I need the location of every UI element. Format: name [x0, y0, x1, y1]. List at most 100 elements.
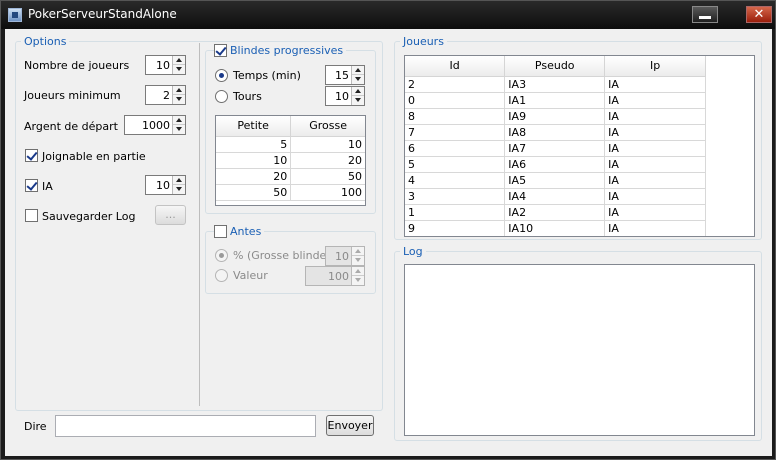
table-cell[interactable]: 0 [405, 92, 506, 109]
antes-enabled-checkbox[interactable] [214, 225, 227, 238]
table-cell[interactable]: IA [604, 204, 706, 221]
table-row[interactable]: 5 10 [216, 136, 365, 153]
table-row[interactable]: 9 IA10 IA [405, 220, 706, 236]
blinds-col-header[interactable]: Grosse [290, 116, 365, 137]
blinds-enabled-checkbox[interactable] [214, 44, 227, 57]
table-row[interactable]: 50 100 [216, 184, 365, 201]
table-cell[interactable]: IA [604, 220, 706, 236]
send-button[interactable]: Envoyer [326, 415, 374, 436]
log-textarea[interactable] [404, 264, 755, 436]
spin-up-icon[interactable] [173, 86, 185, 95]
nb-players-spinbox[interactable]: 10 [145, 55, 186, 75]
table-row[interactable]: 10 20 [216, 152, 365, 169]
table-cell[interactable]: IA [604, 172, 706, 189]
table-cell[interactable]: 50 [216, 184, 292, 201]
min-players-spinbox[interactable]: 2 [145, 85, 186, 105]
table-cell[interactable]: 20 [216, 168, 292, 185]
table-cell[interactable]: 1 [405, 204, 506, 221]
joinable-checkbox[interactable] [25, 149, 38, 162]
spin-down-icon[interactable] [352, 75, 364, 84]
antes-value-radio[interactable] [215, 269, 228, 282]
close-button[interactable]: ✕ [746, 6, 772, 23]
say-input[interactable] [55, 415, 316, 437]
save-log-checkbox[interactable] [25, 209, 38, 222]
spin-up-icon[interactable] [352, 66, 364, 75]
players-table[interactable]: Id Pseudo Ip 2 IA3 IA 0 IA1 IA 8 IA9 IA 7 IA8 IA… [404, 55, 755, 237]
spin-down-icon[interactable] [352, 256, 364, 265]
table-cell[interactable]: 2 [405, 76, 506, 93]
ai-checkbox[interactable] [25, 179, 38, 192]
spin-up-icon[interactable] [352, 267, 364, 276]
table-cell[interactable]: 20 [290, 152, 365, 169]
table-cell[interactable]: 10 [216, 152, 292, 169]
table-cell[interactable]: 100 [290, 184, 365, 201]
table-cell[interactable]: IA6 [504, 156, 606, 173]
table-cell[interactable]: IA3 [504, 76, 606, 93]
table-row[interactable]: 0 IA1 IA [405, 92, 706, 109]
spin-down-icon[interactable] [173, 95, 185, 104]
table-cell[interactable]: 50 [290, 168, 365, 185]
title-bar[interactable]: PokerServeurStandAlone ✕ [1, 1, 775, 29]
table-cell[interactable]: IA1 [504, 92, 606, 109]
table-cell[interactable]: IA8 [504, 124, 606, 141]
table-cell[interactable]: IA [604, 92, 706, 109]
table-cell[interactable]: IA9 [504, 108, 606, 125]
table-row[interactable]: 8 IA9 IA [405, 108, 706, 125]
players-col-header[interactable]: Pseudo [504, 56, 606, 77]
table-cell[interactable]: IA [604, 156, 706, 173]
table-cell[interactable]: 4 [405, 172, 506, 189]
antes-percent-radio[interactable] [215, 249, 228, 262]
players-col-header[interactable]: Ip [604, 56, 706, 77]
table-cell[interactable]: IA [604, 76, 706, 93]
table-cell[interactable]: IA [604, 140, 706, 157]
table-row[interactable]: 1 IA2 IA [405, 204, 706, 221]
time-spinbox[interactable]: 15 [325, 65, 365, 85]
turns-spinbox[interactable]: 10 [325, 86, 365, 106]
spin-down-icon[interactable] [352, 276, 364, 285]
table-cell[interactable]: 5 [216, 136, 292, 153]
table-cell[interactable]: 5 [405, 156, 506, 173]
table-cell[interactable]: 10 [290, 136, 365, 153]
table-cell[interactable]: 8 [405, 108, 506, 125]
table-cell[interactable]: IA5 [504, 172, 606, 189]
blinds-table[interactable]: Petite Grosse 5 10 10 20 20 50 50 100 [215, 115, 366, 206]
time-radio[interactable] [215, 69, 228, 82]
blinds-col-header[interactable]: Petite [216, 116, 292, 137]
table-row[interactable]: 6 IA7 IA [405, 140, 706, 157]
table-cell[interactable]: IA4 [504, 188, 606, 205]
table-cell[interactable]: IA7 [504, 140, 606, 157]
spin-down-icon[interactable] [173, 185, 185, 194]
antes-value-spinbox[interactable]: 100 [305, 266, 365, 286]
ai-count-spinbox[interactable]: 10 [145, 175, 186, 195]
turns-radio[interactable] [215, 90, 228, 103]
spin-up-icon[interactable] [173, 56, 185, 65]
table-row[interactable]: 20 50 [216, 168, 365, 185]
spin-down-icon[interactable] [173, 125, 185, 134]
table-row[interactable]: 5 IA6 IA [405, 156, 706, 173]
spin-up-icon[interactable] [352, 87, 364, 96]
table-cell[interactable]: IA [604, 108, 706, 125]
table-cell[interactable]: 6 [405, 140, 506, 157]
main-window: PokerServeurStandAlone ✕ Options Nombre … [0, 0, 776, 460]
table-cell[interactable]: 3 [405, 188, 506, 205]
table-row[interactable]: 4 IA5 IA [405, 172, 706, 189]
starting-money-spinbox[interactable]: 1000 [124, 115, 186, 135]
table-cell[interactable]: IA [604, 188, 706, 205]
table-cell[interactable]: IA [604, 124, 706, 141]
table-cell[interactable]: 9 [405, 220, 506, 236]
table-cell[interactable]: 7 [405, 124, 506, 141]
spin-up-icon[interactable] [352, 247, 364, 256]
table-cell[interactable]: IA10 [504, 220, 606, 236]
table-row[interactable]: 7 IA8 IA [405, 124, 706, 141]
minimize-button[interactable] [692, 6, 718, 23]
players-col-header[interactable]: Id [405, 56, 506, 77]
spin-up-icon[interactable] [173, 176, 185, 185]
spin-down-icon[interactable] [352, 96, 364, 105]
table-cell[interactable]: IA2 [504, 204, 606, 221]
browse-log-button[interactable]: ... [155, 205, 186, 225]
spin-down-icon[interactable] [173, 65, 185, 74]
table-row[interactable]: 3 IA4 IA [405, 188, 706, 205]
table-row[interactable]: 2 IA3 IA [405, 76, 706, 93]
spin-up-icon[interactable] [173, 116, 185, 125]
antes-percent-spinbox[interactable]: 10 [325, 246, 365, 266]
